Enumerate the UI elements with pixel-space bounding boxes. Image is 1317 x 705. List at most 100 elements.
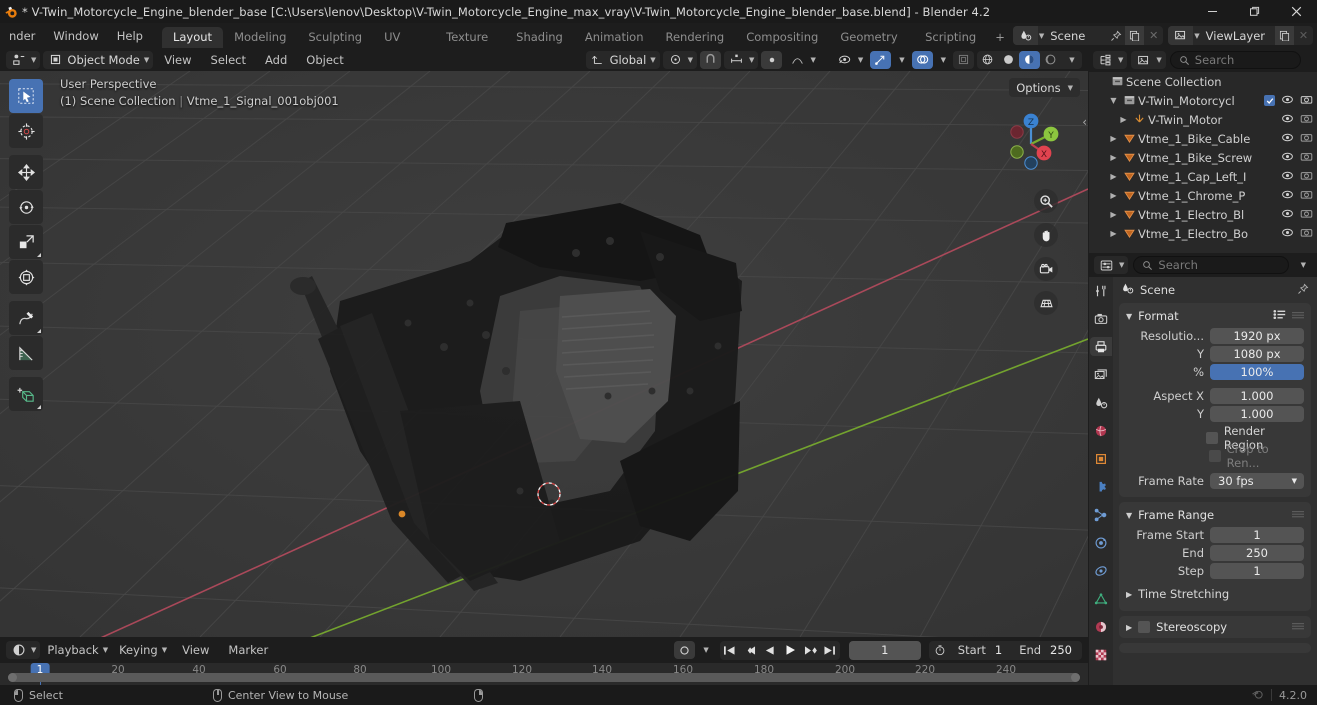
tab-physics[interactable] xyxy=(1090,533,1112,552)
resolution-y-field[interactable]: 1080 px xyxy=(1210,345,1304,362)
transform-orientation-selector[interactable]: Global ▼ xyxy=(585,50,660,69)
viewport-options-button[interactable]: Options ▼ xyxy=(1009,78,1080,97)
jump-to-start-button[interactable] xyxy=(720,641,740,660)
tab-sculpting[interactable]: Sculpting xyxy=(297,27,373,48)
hide-in-viewport-eye-icon[interactable] xyxy=(1281,94,1294,108)
outliner-row-scene-collection[interactable]: Scene Collection xyxy=(1089,72,1317,91)
editor-type-selector[interactable]: ▼ xyxy=(6,50,41,69)
outliner-row-vtwin-object[interactable]: ▶ V-Twin_Motor xyxy=(1089,110,1317,129)
stereoscopy-checkbox[interactable] xyxy=(1138,621,1151,633)
tab-tool[interactable] xyxy=(1090,281,1112,300)
tab-layout[interactable]: Layout xyxy=(161,27,224,48)
tool-transform[interactable] xyxy=(9,260,43,294)
timeline-ruler[interactable]: 20 40 60 80 100 120 140 160 180 200 220 … xyxy=(0,663,1088,685)
panel-drag-handle-icon[interactable] xyxy=(1292,620,1304,634)
timeline-scrollbar[interactable] xyxy=(8,673,1080,682)
tab-compositing[interactable]: Compositing xyxy=(735,27,829,48)
outliner-row-mesh[interactable]: ▶ Vtme_1_Electro_Bl xyxy=(1089,205,1317,224)
solid-shading-button[interactable] xyxy=(998,51,1019,69)
timeline-menu-keying[interactable]: Keying ▼ xyxy=(115,641,171,659)
tab-material[interactable] xyxy=(1090,617,1112,636)
properties-search-input[interactable]: Search xyxy=(1133,256,1289,274)
viewport-menu-add[interactable]: Add xyxy=(257,51,295,69)
tab-output[interactable] xyxy=(1090,337,1112,356)
hide-in-viewport-eye-icon[interactable] xyxy=(1281,189,1294,203)
pin-scene-icon[interactable] xyxy=(1106,26,1125,45)
disable-in-render-camera-icon[interactable] xyxy=(1300,227,1313,241)
outliner-row-mesh[interactable]: ▶ Vtme_1_Bike_Cable xyxy=(1089,129,1317,148)
tool-cursor[interactable] xyxy=(9,114,43,148)
show-gizmo-button[interactable] xyxy=(870,50,892,69)
auto-keying-button[interactable] xyxy=(674,641,696,659)
stereoscopy-panel-header[interactable]: ▶ Stereoscopy xyxy=(1119,616,1311,638)
close-button[interactable] xyxy=(1275,0,1317,23)
disclosure-closed-icon[interactable]: ▶ xyxy=(1107,134,1120,143)
object-mode-selector[interactable]: Object Mode ▼ xyxy=(43,50,154,69)
resolution-x-field[interactable]: 1920 px xyxy=(1210,327,1304,344)
tab-particles[interactable] xyxy=(1090,505,1112,524)
3d-viewport[interactable]: User Perspective (1) Scene Collection | … xyxy=(0,71,1088,637)
hide-in-viewport-eye-icon[interactable] xyxy=(1281,227,1294,241)
hide-in-viewport-eye-icon[interactable] xyxy=(1281,132,1294,146)
hand-icon[interactable] xyxy=(1034,223,1058,247)
show-overlays-button[interactable] xyxy=(911,50,933,69)
previous-keyframe-button[interactable] xyxy=(740,641,760,660)
pin-id-icon[interactable] xyxy=(1297,283,1309,298)
disclosure-closed-icon[interactable]: ▶ xyxy=(1107,153,1120,162)
outliner-editor-type-selector[interactable]: ▼ xyxy=(1093,51,1128,69)
disable-in-render-camera-icon[interactable] xyxy=(1300,113,1313,127)
viewport-menu-select[interactable]: Select xyxy=(203,51,254,69)
zoom-icon[interactable] xyxy=(1034,189,1058,213)
tab-modeling[interactable]: Modeling xyxy=(223,27,297,48)
proportional-editing-button[interactable] xyxy=(761,50,783,69)
tab-modifiers[interactable] xyxy=(1090,477,1112,496)
frame-range-panel-header[interactable]: ▼ Frame Range xyxy=(1119,505,1311,525)
viewport-menu-view[interactable]: View xyxy=(156,51,199,69)
tab-object-data[interactable] xyxy=(1090,589,1112,608)
tab-rendering[interactable]: Rendering xyxy=(655,27,736,48)
time-stretching-subpanel[interactable]: ▶ Time Stretching xyxy=(1119,584,1311,604)
resolution-percent-field[interactable]: 100% xyxy=(1210,363,1304,380)
outliner-row-mesh[interactable]: ▶ Vtme_1_Bike_Screw xyxy=(1089,148,1317,167)
overlay-options-selector[interactable]: ▼ xyxy=(936,51,950,69)
current-frame-field[interactable]: 1 xyxy=(848,640,921,660)
disable-in-render-camera-icon[interactable] xyxy=(1300,189,1313,203)
outliner-row-mesh[interactable]: ▶ Vtme_1_Electro_Bo xyxy=(1089,224,1317,243)
preset-list-icon[interactable] xyxy=(1273,309,1286,323)
play-button[interactable] xyxy=(780,641,800,660)
disclosure-open-icon[interactable]: ▼ xyxy=(1107,96,1120,105)
start-frame-value[interactable]: 1 xyxy=(993,643,1012,657)
tool-annotate[interactable] xyxy=(9,301,43,335)
end-frame-value[interactable]: 250 xyxy=(1048,643,1082,657)
wireframe-shading-button[interactable] xyxy=(977,51,998,69)
aspect-x-field[interactable]: 1.000 xyxy=(1210,387,1304,404)
outliner-row-mesh[interactable]: ▶ Vtme_1_Chrome_P xyxy=(1089,186,1317,205)
hide-in-viewport-eye-icon[interactable] xyxy=(1281,113,1294,127)
next-keyframe-button[interactable] xyxy=(800,641,820,660)
shading-options-chevron-icon[interactable]: ▼ xyxy=(1061,51,1082,69)
tab-geometry-nodes[interactable]: Geometry Nodes xyxy=(829,27,914,65)
timeline-menu-view[interactable]: View xyxy=(174,641,217,659)
menu-window[interactable]: Window xyxy=(44,27,107,45)
camera-icon[interactable] xyxy=(1034,257,1058,281)
proportional-falloff-selector[interactable]: ▼ xyxy=(785,51,819,69)
grid-icon[interactable] xyxy=(1034,291,1058,315)
tab-constraints[interactable] xyxy=(1090,561,1112,580)
hide-in-viewport-eye-icon[interactable] xyxy=(1281,170,1294,184)
hide-in-viewport-eye-icon[interactable] xyxy=(1281,151,1294,165)
delete-scene-icon[interactable]: ✕ xyxy=(1144,26,1163,45)
disclosure-closed-icon[interactable]: ▶ xyxy=(1117,115,1130,124)
menu-render[interactable]: nder xyxy=(0,27,44,45)
tool-add-cube[interactable] xyxy=(9,377,43,411)
disable-in-render-camera-icon[interactable] xyxy=(1300,151,1313,165)
scrollbar-handle-right[interactable] xyxy=(1071,673,1080,682)
tool-measure[interactable] xyxy=(9,336,43,370)
gizmo-options-selector[interactable]: ▼ xyxy=(894,51,908,69)
properties-filter-chevron-down-icon[interactable]: ▼ xyxy=(1295,261,1312,269)
disclosure-closed-icon[interactable]: ▶ xyxy=(1107,172,1120,181)
tab-scripting[interactable]: Scripting xyxy=(914,27,987,48)
tab-texture-paint[interactable]: Texture Paint xyxy=(435,27,505,65)
tool-rotate[interactable] xyxy=(9,190,43,224)
frame-step-field[interactable]: 1 xyxy=(1210,562,1304,579)
tab-shading[interactable]: Shading xyxy=(505,27,574,48)
